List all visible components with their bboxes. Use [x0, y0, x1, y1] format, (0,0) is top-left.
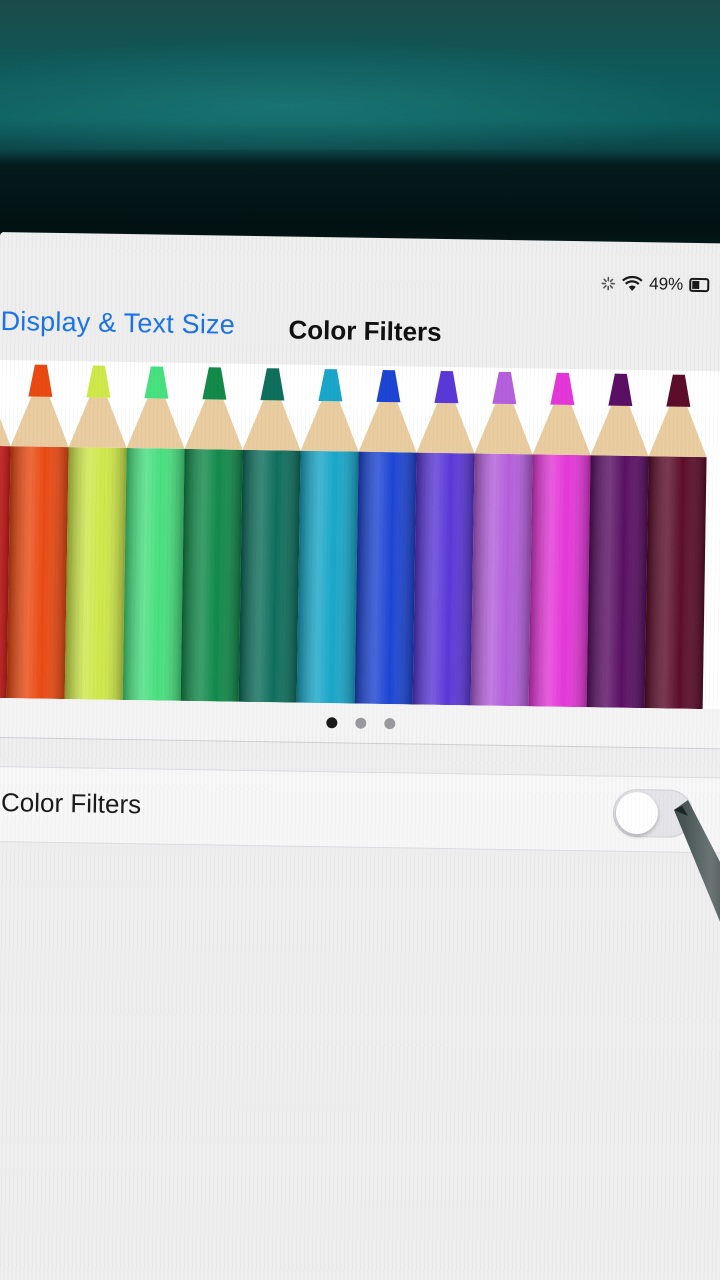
page-dot-3[interactable]	[384, 718, 396, 730]
pencil-2	[6, 364, 69, 700]
page-dot-1[interactable]	[326, 717, 338, 729]
pencil-11	[528, 372, 591, 708]
color-filters-toggle[interactable]	[612, 788, 694, 838]
battery-icon	[689, 277, 710, 293]
pencil-12	[586, 373, 649, 709]
navigation-bar: Display & Text Size Color Filters	[0, 300, 719, 367]
page-dot-2[interactable]	[355, 717, 367, 729]
loading-icon	[601, 276, 616, 291]
pencil-13	[644, 374, 707, 710]
ipad-screen: 49% Display & Text Size Color Filters Co…	[0, 232, 720, 1280]
pencils-image	[0, 364, 707, 710]
pencil-3	[64, 365, 127, 700]
pencil-7	[296, 369, 359, 704]
pencil-10	[470, 371, 533, 707]
back-button[interactable]: Display & Text Size	[0, 306, 235, 341]
toggle-knob	[615, 791, 659, 835]
color-filters-label: Color Filters	[0, 787, 142, 820]
color-filters-row: Color Filters	[0, 765, 720, 854]
pencil-4	[122, 366, 185, 701]
pencil-5	[180, 367, 243, 702]
pencil-9	[412, 370, 475, 706]
status-bar: 49%	[601, 271, 710, 297]
battery-percent: 49%	[649, 274, 684, 294]
wifi-icon	[621, 275, 643, 292]
pencil-8	[354, 370, 417, 705]
photo-background	[0, 0, 720, 260]
pencil-6	[238, 368, 301, 703]
page-title: Color Filters	[288, 314, 442, 347]
color-filter-preview[interactable]	[0, 359, 720, 710]
